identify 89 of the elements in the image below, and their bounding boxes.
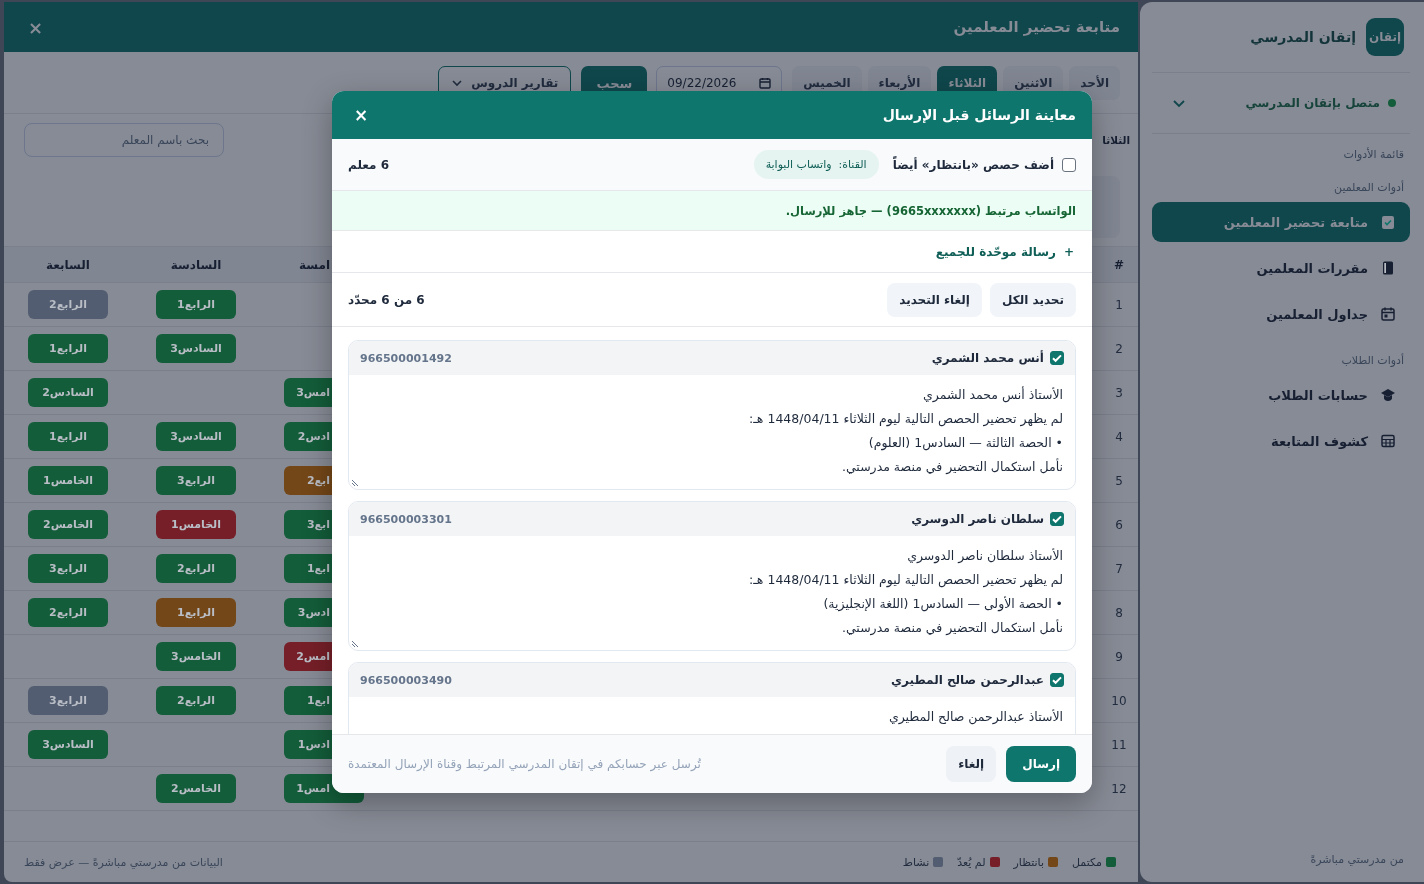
data-source-note: البيانات من مدرستي مباشرةً — عرض فقط: [24, 855, 223, 869]
logo: إتقان: [1366, 18, 1404, 56]
connection-status: متصل بإتقان المدرسي: [1245, 96, 1380, 110]
status-pill: الرابع3: [28, 554, 108, 583]
select-all-button[interactable]: تحديد الكل: [990, 282, 1076, 317]
send-hint: تُرسل عبر حسابكم في إتقان المدرسي المرتبط وقناة الإرسال المعتمدة: [348, 757, 701, 771]
resize-grip-icon: [351, 479, 359, 487]
section-label: أدوات الطلاب: [1340, 352, 1405, 369]
graduation-cap-icon: [1380, 387, 1396, 403]
brand-name: إتقان المدرسي: [1250, 29, 1356, 45]
checkbox[interactable]: [1062, 157, 1076, 172]
row-number: 11: [1110, 737, 1128, 752]
footer-note: من مدرستي مباشرةً: [1309, 853, 1405, 868]
status-pill: الرابع2: [156, 554, 236, 583]
column-header: #: [1112, 257, 1126, 272]
table-icon: [1380, 433, 1396, 449]
row-number: 9: [1114, 649, 1124, 664]
column-header: السادسة: [169, 257, 223, 272]
checkbox[interactable]: [1050, 512, 1064, 526]
close-button[interactable]: ×: [354, 105, 369, 125]
book-icon: [1380, 260, 1396, 276]
sidebar-item[interactable]: جداول المعلمين: [1152, 294, 1410, 334]
phone-number: 966500003490: [360, 673, 452, 687]
status-pill: الرابع3: [28, 686, 108, 715]
row-number: 8: [1114, 605, 1124, 620]
status-pill: الرابع1: [28, 422, 108, 451]
sidebar-item[interactable]: كشوف المتابعة: [1152, 421, 1410, 461]
legend-label: بانتظار: [1013, 855, 1044, 869]
status-pill: الخامس3: [156, 642, 236, 671]
row-number: 6: [1114, 517, 1124, 532]
legend-label: نشاط: [902, 855, 930, 869]
status-pill: الرابع3: [156, 466, 236, 495]
status-pill: الرابع1: [156, 290, 236, 319]
recipient-name: سلطان ناصر الدوسري: [911, 512, 1044, 526]
legend-label: لم يُعدّ: [957, 855, 986, 869]
legend-label: مكتمل: [1072, 855, 1102, 869]
row-number: 7: [1114, 561, 1124, 576]
checkbox[interactable]: [1050, 673, 1064, 687]
cancel-button[interactable]: إلغاء: [946, 746, 997, 782]
row-number: 10: [1110, 693, 1128, 708]
selected-count: 6 من 6 محدّد: [348, 292, 425, 307]
status-pill: السادس2: [28, 378, 108, 407]
status-pill: الخامس2: [28, 510, 108, 539]
channel-chip: القناة: واتساب البوابة: [753, 150, 879, 179]
checkbox-label: أضف حصص «بانتظار» أيضاً: [892, 157, 1054, 172]
day-heading: الثلاثا: [1102, 134, 1130, 146]
chevron-down-icon: [451, 77, 464, 89]
sidebar-item[interactable]: مقررات المعلمين: [1152, 248, 1410, 288]
row-number: 4: [1114, 429, 1124, 444]
sidebar-item[interactable]: حسابات الطلاب: [1152, 375, 1410, 415]
teacher-count: 6 معلم: [348, 157, 390, 172]
deselect-all-button[interactable]: إلغاء التحديد: [887, 282, 982, 317]
status-pill: الخامس1: [28, 466, 108, 495]
status-pill: السادس3: [156, 334, 236, 363]
calendar-icon: [1380, 306, 1396, 322]
status-notice: الواتساب مرتبط (9665xxxxxxx) — جاهز للإرسال.: [332, 191, 1092, 231]
row-number: 3: [1114, 385, 1124, 400]
checkbox[interactable]: [1050, 351, 1064, 365]
row-number: 1: [1114, 297, 1124, 312]
recipient-name: عبدالرحمن صالح المطيري: [891, 673, 1044, 687]
calendar-icon: [759, 77, 772, 89]
status-pill: الرابع2: [28, 598, 108, 627]
page-title: متابعة تحضير المعلمين: [953, 18, 1120, 36]
recipient-name: أنس محمد الشمري: [931, 351, 1044, 365]
day-tab[interactable]: الأحد: [1069, 66, 1120, 100]
row-number: 5: [1114, 473, 1124, 488]
status-pill: الرابع2: [156, 686, 236, 715]
column-header: امسة: [297, 257, 331, 272]
status-pill: الرابع2: [28, 290, 108, 319]
row-number: 2: [1114, 341, 1124, 356]
send-button[interactable]: إرسال: [1006, 746, 1076, 782]
menu-caption: قائمة الأدوات: [1342, 146, 1405, 163]
section-label: أدوات المعلمين: [1333, 179, 1405, 196]
status-pill: السادس3: [156, 422, 236, 451]
modal-title: معاينة الرسائل قبل الإرسال: [882, 107, 1076, 123]
column-header: السابعة: [45, 257, 91, 272]
resize-grip-icon: [351, 640, 359, 648]
status-pill: الرابع1: [28, 334, 108, 363]
status-pill: السادس3: [28, 730, 108, 759]
phone-number: 966500001492: [360, 351, 452, 365]
status-pill: الخامس2: [156, 774, 236, 803]
status-pill: الرابع1: [156, 598, 236, 627]
close-button[interactable]: ×: [28, 16, 44, 38]
status-pill: الخامس1: [156, 510, 236, 539]
sidebar-item[interactable]: متابعة تحضير المعلمين: [1152, 202, 1410, 242]
search-field[interactable]: بحث باسم المعلم: [24, 123, 224, 157]
unified-message-link[interactable]: + رسالة موحّدة للجميع: [935, 244, 1074, 259]
row-number: 12: [1110, 781, 1128, 796]
clipboard-check-icon: [1380, 214, 1396, 230]
